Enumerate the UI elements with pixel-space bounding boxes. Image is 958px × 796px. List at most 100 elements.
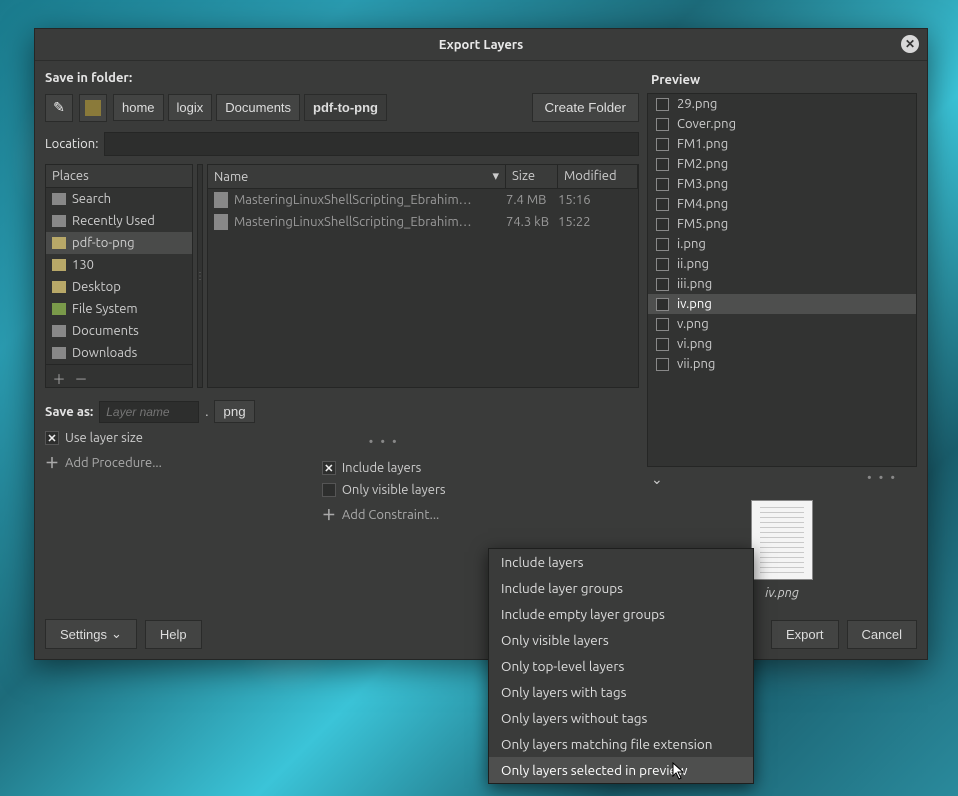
breadcrumb-segment[interactable]: logix <box>168 94 213 121</box>
add-constraint-button[interactable]: ＋ Add Constraint... <box>322 505 446 525</box>
settings-button[interactable]: Settings ⌄ <box>45 619 137 649</box>
file-name: MasteringLinuxShellScripting_Ebrahim… <box>234 215 506 229</box>
cancel-button[interactable]: Cancel <box>847 620 917 649</box>
file-row[interactable]: MasteringLinuxShellScripting_Ebrahim…74.… <box>208 211 638 233</box>
edit-path-button[interactable]: ✎ <box>45 94 73 122</box>
preview-item[interactable]: iii.png <box>648 274 916 294</box>
preview-item[interactable]: ii.png <box>648 254 916 274</box>
menu-item[interactable]: Include layer groups <box>489 575 753 601</box>
checkbox-icon[interactable] <box>656 318 669 331</box>
menu-item[interactable]: Include empty layer groups <box>489 601 753 627</box>
filename-input[interactable] <box>99 401 199 423</box>
checkbox-checked-icon: ✕ <box>45 431 59 445</box>
preview-item-label: vi.png <box>677 337 712 351</box>
dialog-footer: Settings ⌄ Help Export Cancel <box>35 609 927 659</box>
menu-item[interactable]: Only layers matching file extension <box>489 731 753 757</box>
places-panel: Places SearchRecently Usedpdf-to-png130D… <box>45 164 193 388</box>
preview-item[interactable]: FM5.png <box>648 214 916 234</box>
menu-item[interactable]: Only top-level layers <box>489 653 753 679</box>
preview-item[interactable]: 29.png <box>648 94 916 114</box>
preview-item[interactable]: FM3.png <box>648 174 916 194</box>
add-procedure-button[interactable]: ＋ Add Procedure... <box>45 453 162 473</box>
gimp-icon <box>85 100 101 116</box>
remove-bookmark-button[interactable]: － <box>72 369 90 383</box>
checkbox-icon[interactable] <box>656 158 669 171</box>
preview-item-label: FM5.png <box>677 217 728 231</box>
plus-icon: ＋ <box>45 453 59 473</box>
place-item[interactable]: Search <box>46 188 192 210</box>
preview-item[interactable]: FM2.png <box>648 154 916 174</box>
place-item[interactable]: File System <box>46 298 192 320</box>
preview-item[interactable]: v.png <box>648 314 916 334</box>
breadcrumb-segment[interactable]: home <box>113 94 164 121</box>
checkbox-icon[interactable] <box>656 138 669 151</box>
add-bookmark-button[interactable]: ＋ <box>50 369 68 383</box>
checkbox-icon[interactable] <box>656 278 669 291</box>
preview-item[interactable]: i.png <box>648 234 916 254</box>
chevron-down-icon[interactable]: ⌄ <box>651 471 663 488</box>
preview-pane: Preview 29.pngCover.pngFM1.pngFM2.pngFM3… <box>647 71 917 609</box>
preview-item[interactable]: vi.png <box>648 334 916 354</box>
file-modified: 15:16 <box>558 193 632 207</box>
file-size: 74.3 kB <box>506 215 558 229</box>
breadcrumb-segment[interactable]: pdf-to-png <box>304 94 387 121</box>
breadcrumb-segment[interactable]: Documents <box>216 94 300 121</box>
preview-list[interactable]: 29.png Cover.png FM1.pngFM2.png FM3.png FM4.… <box>647 93 917 467</box>
preview-item[interactable]: FM1.png <box>648 134 916 154</box>
preview-item[interactable]: iv.png <box>648 294 916 314</box>
location-input[interactable] <box>104 132 639 156</box>
preview-item-label: vii.png <box>677 357 715 371</box>
place-item[interactable]: Desktop <box>46 276 192 298</box>
menu-item[interactable]: Include layers <box>489 549 753 575</box>
close-button[interactable]: ✕ <box>901 35 919 53</box>
preview-item-label: Cover.png <box>677 117 736 131</box>
use-layer-size-checkbox[interactable]: ✕ Use layer size <box>45 431 162 445</box>
place-item[interactable]: Recently Used <box>46 210 192 232</box>
column-name[interactable]: Name ▾ <box>208 165 506 188</box>
preview-item-label: FM4.png <box>677 197 728 211</box>
preview-item[interactable]: vii.png <box>648 354 916 374</box>
checkbox-icon[interactable] <box>656 338 669 351</box>
checkbox-icon[interactable] <box>656 218 669 231</box>
preview-item[interactable]: FM4.png <box>648 194 916 214</box>
preview-item[interactable]: Cover.png <box>648 114 916 134</box>
preview-item-label: FM3.png <box>677 177 728 191</box>
include-layers-checkbox[interactable]: ✕ Include layers <box>322 461 446 475</box>
column-size[interactable]: Size <box>506 165 558 188</box>
options-drag-handle[interactable]: • • • <box>322 435 446 449</box>
place-item[interactable]: pdf-to-png <box>46 232 192 254</box>
checkbox-icon[interactable] <box>656 118 669 131</box>
preview-item-label: iii.png <box>677 277 712 291</box>
checkbox-icon[interactable] <box>656 178 669 191</box>
place-item[interactable]: Documents <box>46 320 192 342</box>
checkbox-icon[interactable] <box>656 198 669 211</box>
places-list: SearchRecently Usedpdf-to-png130DesktopF… <box>46 188 192 364</box>
search-icon <box>52 193 66 205</box>
help-button[interactable]: Help <box>145 620 202 649</box>
file-modified: 15:22 <box>558 215 632 229</box>
places-header: Places <box>46 165 192 188</box>
preview-drag-handle[interactable]: • • • <box>867 471 897 488</box>
place-item[interactable]: 130 <box>46 254 192 276</box>
menu-item[interactable]: Only layers with tags <box>489 679 753 705</box>
checkbox-icon[interactable] <box>656 98 669 111</box>
menu-item[interactable]: Only visible layers <box>489 627 753 653</box>
column-modified[interactable]: Modified <box>558 165 638 188</box>
root-button[interactable] <box>79 94 107 122</box>
place-item[interactable]: Downloads <box>46 342 192 364</box>
export-button[interactable]: Export <box>771 620 839 649</box>
create-folder-button[interactable]: Create Folder <box>532 93 640 122</box>
preview-item-label: i.png <box>677 237 706 251</box>
pane-resize-handle[interactable]: ⋮ <box>197 164 203 388</box>
menu-item[interactable]: Only layers without tags <box>489 705 753 731</box>
checkbox-icon[interactable] <box>656 298 669 311</box>
file-row[interactable]: MasteringLinuxShellScripting_Ebrahim…7.4… <box>208 189 638 211</box>
only-visible-layers-checkbox[interactable]: ✕ Only visible layers <box>322 483 446 497</box>
checkbox-icon[interactable] <box>656 238 669 251</box>
export-layers-dialog: Export Layers ✕ Save in folder: ✎ homelo… <box>34 28 928 660</box>
constraint-context-menu: Include layersInclude layer groupsInclud… <box>488 548 754 784</box>
checkbox-icon[interactable] <box>656 358 669 371</box>
menu-item[interactable]: Only layers selected in preview <box>489 757 753 783</box>
extension-button[interactable]: png <box>214 400 254 423</box>
checkbox-icon[interactable] <box>656 258 669 271</box>
